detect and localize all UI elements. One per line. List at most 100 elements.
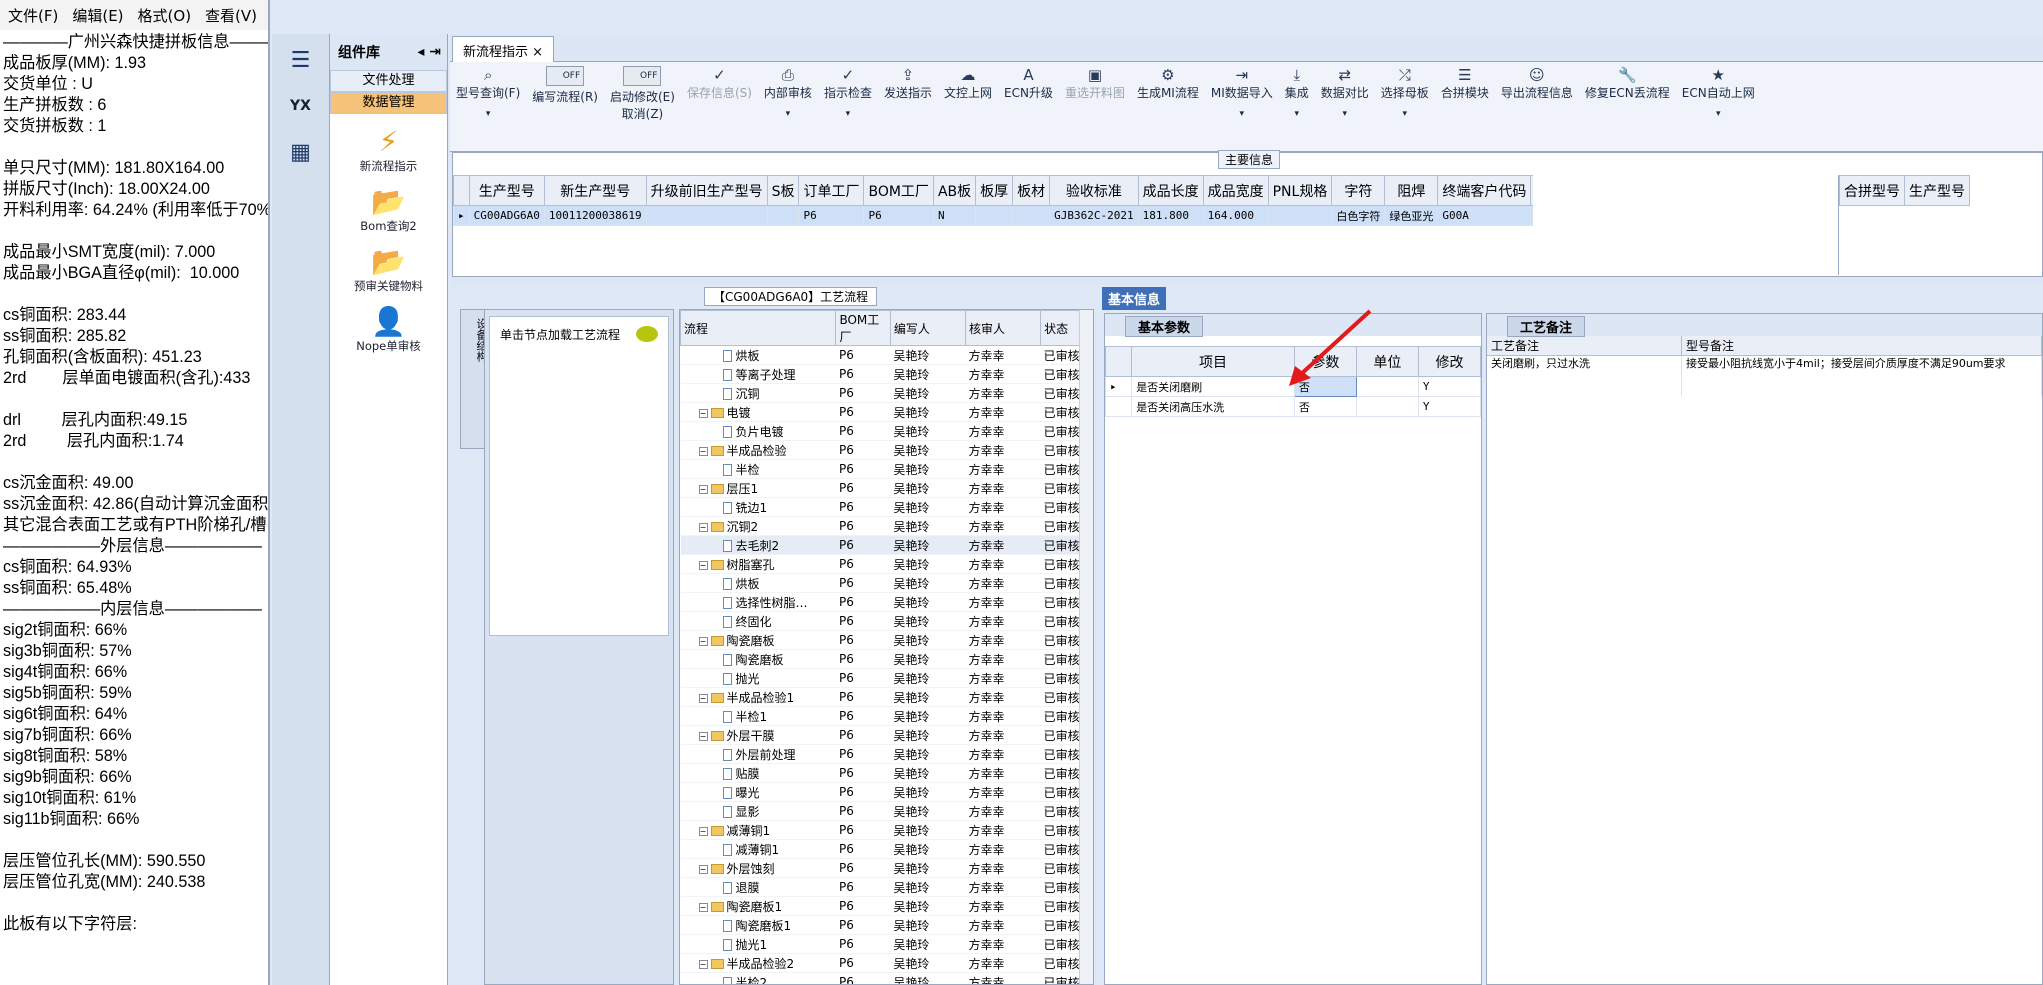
ribbon-button[interactable]: ⤮ 选择母板 ▾ bbox=[1375, 66, 1435, 122]
menu-item[interactable]: 文件(F) bbox=[8, 5, 58, 26]
chevron-down-icon[interactable]: ▾ bbox=[1240, 109, 1245, 119]
tree-node[interactable]: 曝光 bbox=[680, 782, 836, 802]
column-header[interactable]: S板 bbox=[766, 175, 800, 206]
collapse-icon[interactable]: − bbox=[698, 826, 708, 836]
tree-row[interactable]: 陶瓷磨板1 P6 吴艳玲 方幸幸 已审核 bbox=[680, 915, 1093, 935]
tree-row[interactable]: 去毛刺2 P6 吴艳玲 方幸幸 已审核 bbox=[680, 535, 1093, 555]
ribbon-button[interactable]: ⚙ 生成MI流程 bbox=[1131, 66, 1205, 122]
column-header[interactable]: 流程 bbox=[680, 310, 837, 346]
table-cell[interactable]: 2025-09-22 15:56:25 bbox=[1530, 205, 1533, 226]
craft-note-cell[interactable]: 关闭磨刷，只过水洗 bbox=[1487, 356, 1682, 396]
collapse-icon[interactable]: − bbox=[698, 446, 708, 456]
tree-row[interactable]: − 外层蚀刻 P6 吴艳玲 方幸幸 已审核 bbox=[680, 858, 1093, 878]
menu-item[interactable]: 查看(V) bbox=[205, 5, 257, 26]
toggle-switch[interactable]: OFF bbox=[623, 66, 662, 86]
tree-row[interactable]: − 半成品检验1 P6 吴艳玲 方幸幸 已审核 bbox=[680, 687, 1093, 707]
tab-new-flow[interactable]: 新流程指示 × bbox=[452, 36, 555, 62]
tree-row[interactable]: 外层前处理 P6 吴艳玲 方幸幸 已审核 bbox=[680, 744, 1093, 764]
tree-row[interactable]: 贴膜 P6 吴艳玲 方幸幸 已审核 bbox=[680, 763, 1093, 783]
tree-row[interactable]: − 层压1 P6 吴艳玲 方幸幸 已审核 bbox=[680, 478, 1093, 498]
tool-item[interactable]: 📂 Bom查询2 bbox=[330, 186, 447, 234]
collapse-icon[interactable]: − bbox=[698, 560, 708, 570]
tree-node[interactable]: 半检1 bbox=[680, 706, 836, 726]
ribbon-button[interactable]: ⇥ MI数据导入 ▾ bbox=[1205, 66, 1279, 122]
ribbon-button[interactable]: ⇪ 发送指示 bbox=[878, 66, 938, 122]
tree-row[interactable]: 抛光1 P6 吴艳玲 方幸幸 已审核 bbox=[680, 934, 1093, 954]
tree-node[interactable]: − 陶瓷磨板1 bbox=[680, 896, 836, 916]
param-cell[interactable]: 否 bbox=[1293, 396, 1357, 417]
column-header[interactable]: 生产型号 bbox=[1904, 175, 1970, 206]
collapse-icon[interactable]: − bbox=[698, 408, 708, 418]
tree-row[interactable]: 沉铜 P6 吴艳玲 方幸幸 已审核 bbox=[680, 383, 1093, 403]
ribbon-button[interactable]: ☺ 导出流程信息 bbox=[1495, 66, 1579, 122]
ribbon-button[interactable]: ✓ 保存信息(S) bbox=[681, 66, 758, 122]
table-row[interactable]: 是否关闭高压水洗否 Y bbox=[1104, 396, 1482, 417]
tree-node[interactable]: − 半成品检验2 bbox=[680, 953, 836, 973]
tree-row[interactable]: − 陶瓷磨板1 P6 吴艳玲 方幸幸 已审核 bbox=[680, 896, 1093, 916]
model-note-cell[interactable]: 接受最小阻抗线宽小于4mil；接受层间介质厚度不满足90um要求 bbox=[1682, 356, 2042, 396]
chevron-down-icon[interactable]: ▾ bbox=[786, 109, 791, 119]
tree-row[interactable]: 铣边1 P6 吴艳玲 方幸幸 已审核 bbox=[680, 497, 1093, 517]
column-header[interactable]: AB板 bbox=[932, 175, 977, 206]
tree-node[interactable]: − 层压1 bbox=[680, 478, 836, 498]
tree-node[interactable]: − 半成品检验 bbox=[680, 440, 836, 460]
tree-row[interactable]: − 减薄铜1 P6 吴艳玲 方幸幸 已审核 bbox=[680, 820, 1093, 840]
column-header[interactable]: BOM工厂 bbox=[863, 175, 934, 206]
collapse-icon[interactable]: − bbox=[698, 902, 708, 912]
tree-row[interactable]: − 外层干膜 P6 吴艳玲 方幸幸 已审核 bbox=[680, 725, 1093, 745]
table-cell[interactable]: 绿色亚光 bbox=[1384, 205, 1439, 226]
menu-icon[interactable]: ☰ bbox=[281, 40, 321, 80]
tree-node[interactable]: − 减薄铜1 bbox=[680, 820, 836, 840]
column-header[interactable]: 订单工厂 bbox=[798, 175, 865, 206]
column-header[interactable]: 修改 bbox=[1417, 346, 1482, 377]
tree-node[interactable]: 减薄铜1 bbox=[680, 839, 836, 859]
tree-node[interactable]: − 外层干膜 bbox=[680, 725, 836, 745]
table-cell[interactable] bbox=[1012, 205, 1051, 226]
ribbon-button[interactable]: 🔧 修复ECN丢流程 bbox=[1579, 66, 1676, 122]
ribbon-button[interactable]: A ECN升级 bbox=[998, 66, 1059, 122]
table-cell[interactable] bbox=[1267, 205, 1333, 226]
tree-row[interactable]: 陶瓷磨板 P6 吴艳玲 方幸幸 已审核 bbox=[680, 649, 1093, 669]
tree-row[interactable]: 烘板 P6 吴艳玲 方幸幸 已审核 bbox=[680, 345, 1093, 365]
tree-node[interactable]: 外层前处理 bbox=[680, 744, 836, 764]
menu-item[interactable]: 格式(O) bbox=[138, 5, 192, 26]
column-header[interactable]: 核审人 bbox=[965, 310, 1042, 346]
chevron-down-icon[interactable]: ▾ bbox=[1716, 109, 1721, 119]
ribbon-button[interactable]: ★ ECN自动上网 ▾ bbox=[1676, 66, 1761, 122]
section-0[interactable]: 文件处理 bbox=[330, 70, 447, 92]
table-cell[interactable]: P6 bbox=[863, 205, 934, 226]
tree-node[interactable]: 沉铜 bbox=[680, 383, 836, 403]
ribbon-button[interactable]: ✓ 指示检查 ▾ bbox=[818, 66, 878, 122]
tree-node[interactable]: 负片电镀 bbox=[680, 421, 836, 441]
tree-node[interactable]: − 半成品检验1 bbox=[680, 687, 836, 707]
tree-node[interactable]: 陶瓷磨板1 bbox=[680, 915, 836, 935]
table-cell[interactable]: P6 bbox=[798, 205, 865, 226]
column-header[interactable]: 成品长度 bbox=[1137, 175, 1204, 206]
section-1[interactable]: 数据管理 bbox=[330, 92, 447, 114]
tool-item[interactable]: 📂 预审关键物料 bbox=[330, 246, 447, 294]
table-cell[interactable]: 白色字符 bbox=[1331, 205, 1386, 226]
table-cell[interactable]: GJB362C-2021 bbox=[1049, 205, 1139, 226]
tree-row[interactable]: − 半成品检验2 P6 吴艳玲 方幸幸 已审核 bbox=[680, 953, 1093, 973]
collapse-icon[interactable]: − bbox=[698, 484, 708, 494]
collapse-icon[interactable]: − bbox=[698, 864, 708, 874]
tree-row[interactable]: − 电镀 P6 吴艳玲 方幸幸 已审核 bbox=[680, 402, 1093, 422]
tree-node[interactable]: − 外层蚀刻 bbox=[680, 858, 836, 878]
tree-node[interactable]: 终固化 bbox=[680, 611, 836, 631]
unit-cell[interactable] bbox=[1355, 396, 1419, 417]
tree-row[interactable]: 显影 P6 吴艳玲 方幸幸 已审核 bbox=[680, 801, 1093, 821]
column-header[interactable]: PNL规格 bbox=[1267, 175, 1333, 206]
ribbon-button[interactable]: ⤓ 集成 ▾ bbox=[1279, 66, 1315, 122]
tree-row[interactable]: 曝光 P6 吴艳玲 方幸幸 已审核 bbox=[680, 782, 1093, 802]
ribbon-button[interactable]: ☁ 文控上网 bbox=[938, 66, 998, 122]
column-header[interactable]: 合拼型号 bbox=[1839, 175, 1905, 206]
table-cell[interactable] bbox=[766, 205, 800, 226]
tree-row[interactable]: 抛光 P6 吴艳玲 方幸幸 已审核 bbox=[680, 668, 1093, 688]
tree-row[interactable]: 负片电镀 P6 吴艳玲 方幸幸 已审核 bbox=[680, 421, 1093, 441]
tab-basic-params[interactable]: 基本参数 bbox=[1125, 316, 1204, 337]
ribbon-button[interactable]: ▣ 重选开料图 bbox=[1059, 66, 1131, 122]
tree-row[interactable]: 终固化 P6 吴艳玲 方幸幸 已审核 bbox=[680, 611, 1093, 631]
tree-row[interactable]: − 树脂塞孔 P6 吴艳玲 方幸幸 已审核 bbox=[680, 554, 1093, 574]
column-header[interactable]: 新生产型号 bbox=[543, 175, 647, 206]
table-cell[interactable] bbox=[975, 205, 1014, 226]
